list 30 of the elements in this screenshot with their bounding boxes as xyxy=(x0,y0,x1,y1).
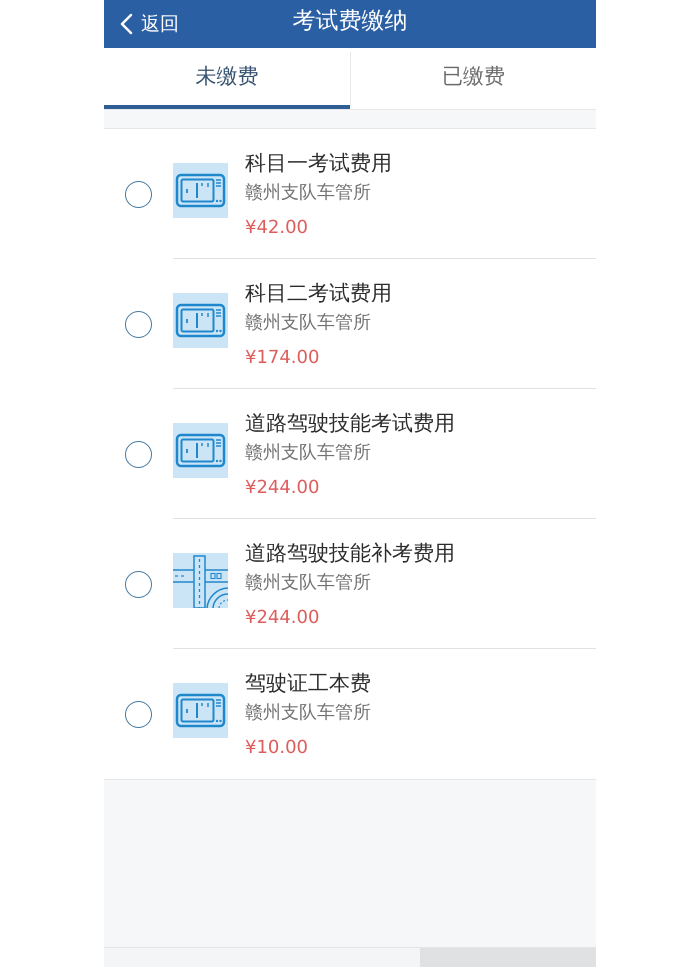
board-icon xyxy=(173,163,228,218)
fee-title: 科目二考试费用 xyxy=(245,280,392,307)
radio-button[interactable] xyxy=(125,570,152,598)
office-name: 赣州支队车管所 xyxy=(245,571,372,595)
fee-price: ¥42.00 xyxy=(245,216,309,240)
board-icon xyxy=(173,293,228,348)
fee-title: 驾驶证工本费 xyxy=(245,670,371,697)
fee-price: ¥244.00 xyxy=(245,606,320,630)
radio-button[interactable] xyxy=(125,440,152,468)
tab[interactable]: 未缴费 xyxy=(104,48,350,109)
radio-button[interactable] xyxy=(125,310,152,338)
radio-button[interactable] xyxy=(125,700,152,728)
board-icon xyxy=(173,683,228,738)
radio-button[interactable] xyxy=(125,180,152,208)
fee-price: ¥174.00 xyxy=(245,346,320,370)
fee-title: 道路驾驶技能补考费用 xyxy=(245,540,455,567)
road-map-icon xyxy=(173,553,228,608)
fee-title: 科目一考试费用 xyxy=(245,150,392,177)
office-name: 赣州支队车管所 xyxy=(245,311,372,335)
fee-price: ¥244.00 xyxy=(245,476,320,500)
fee-title: 道路驾驶技能考试费用 xyxy=(245,410,455,437)
tab[interactable]: 已缴费 xyxy=(350,48,596,109)
page-title: 考试费缴纳 xyxy=(292,7,408,36)
board-icon xyxy=(173,423,228,478)
back-button[interactable]: 返回 xyxy=(104,4,187,44)
office-name: 赣州支队车管所 xyxy=(245,441,372,465)
office-name: 赣州支队车管所 xyxy=(245,181,372,205)
chevron-left-icon xyxy=(120,13,133,35)
fee-price: ¥10.00 xyxy=(245,736,309,760)
office-name: 赣州支队车管所 xyxy=(245,701,371,725)
